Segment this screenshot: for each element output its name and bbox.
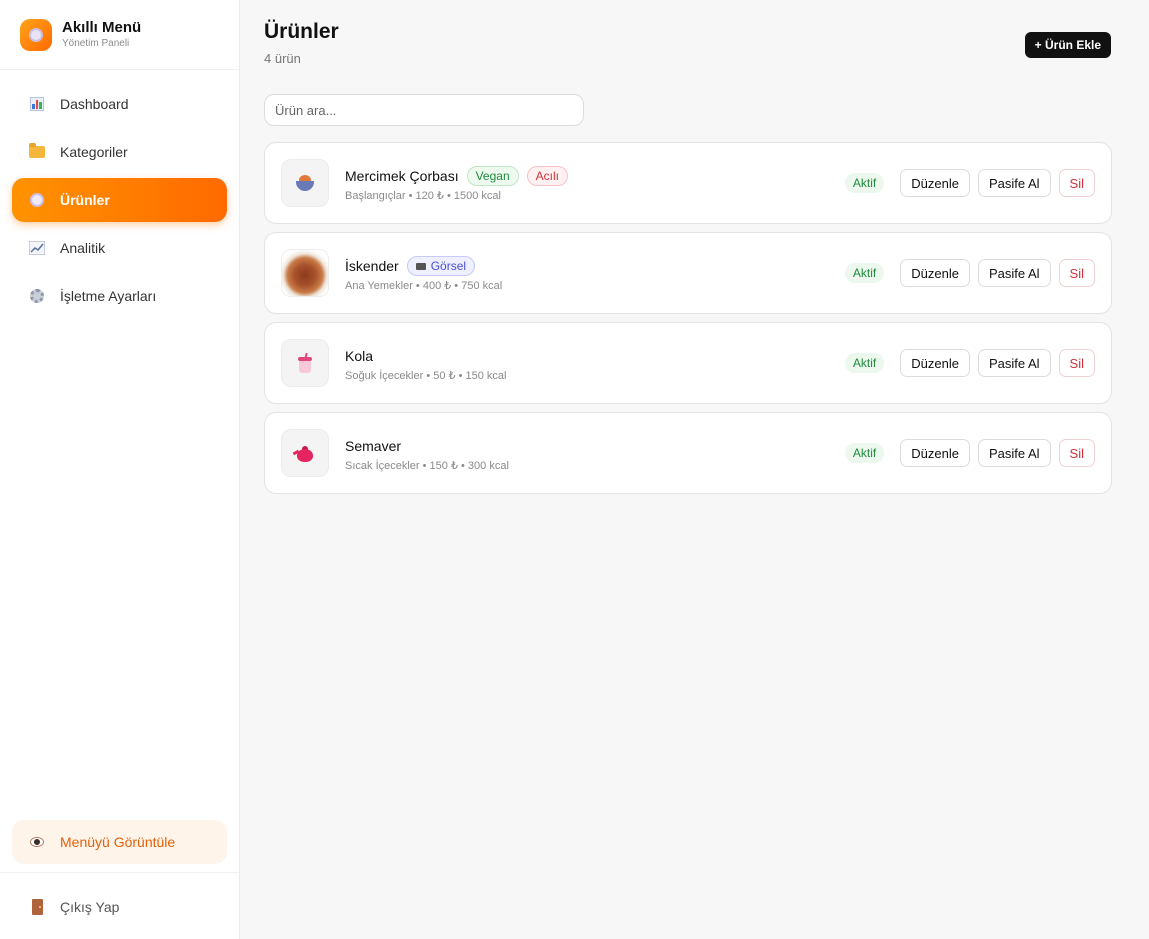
teapot-icon: [292, 443, 317, 463]
app-title: Akıllı Menü: [62, 18, 142, 36]
product-photo: [282, 250, 328, 296]
edit-button[interactable]: Düzenle: [900, 439, 970, 467]
status-badge: Aktif: [844, 263, 885, 283]
status-badge: Aktif: [844, 353, 885, 373]
sidebar-item-business-settings[interactable]: İşletme Ayarları: [12, 274, 227, 318]
product-name: Semaver: [345, 437, 402, 454]
view-menu-label: Menüyü Görüntüle: [60, 834, 176, 850]
edit-button[interactable]: Düzenle: [900, 169, 970, 197]
product-list: Mercimek Çorbası Vegan Acılı Başlangıçla…: [264, 142, 1112, 502]
product-name: Mercimek Çorbası: [345, 167, 459, 184]
door-icon: [28, 898, 46, 916]
folder-icon: [28, 143, 46, 161]
product-thumbnail: [281, 429, 329, 477]
product-meta: Sıcak İçecekler • 150 ₺ • 300 kcal: [345, 459, 509, 472]
cup-icon: [298, 352, 312, 373]
list-item: Kola Soğuk İçecekler • 50 ₺ • 150 kcal A…: [264, 322, 1112, 404]
page-title: Ürünler: [264, 20, 339, 43]
add-product-button[interactable]: + Ürün Ekle: [1024, 32, 1111, 58]
app-logo-icon: [20, 18, 52, 51]
deactivate-button[interactable]: Pasife Al: [977, 349, 1051, 377]
product-thumbnail: [281, 159, 329, 207]
camera-icon: [415, 262, 426, 270]
sidebar-item-analytics[interactable]: Analitik: [12, 226, 227, 270]
status-badge: Aktif: [844, 173, 885, 193]
sidebar-bottom: Menüyü Görüntüle Çıkış Yap: [0, 820, 239, 939]
eye-icon: [28, 833, 46, 851]
logout-button[interactable]: Çıkış Yap: [12, 883, 227, 931]
edit-button[interactable]: Düzenle: [900, 259, 970, 287]
product-thumbnail: [281, 339, 329, 387]
sidebar: Akıllı Menü Yönetim Paneli Dashboard Kat…: [0, 0, 240, 939]
list-item: İskender Görsel Ana Yemekler • 400 ₺ • 7…: [264, 232, 1112, 314]
product-meta: Soğuk İçecekler • 50 ₺ • 150 kcal: [345, 369, 507, 382]
soup-icon: [294, 172, 316, 194]
deactivate-button[interactable]: Pasife Al: [977, 259, 1051, 287]
logout-label: Çıkış Yap: [60, 899, 120, 915]
sidebar-item-categories[interactable]: Kategoriler: [12, 130, 227, 174]
app-subtitle: Yönetim Paneli: [62, 37, 130, 49]
view-menu-button[interactable]: Menüyü Görüntüle: [12, 820, 227, 864]
sidebar-nav: Dashboard Kategoriler Ürünler Analitik İ…: [0, 70, 239, 318]
status-badge: Aktif: [844, 443, 885, 463]
edit-button[interactable]: Düzenle: [900, 349, 970, 377]
sidebar-item-label: Dashboard: [60, 96, 129, 112]
sidebar-item-products[interactable]: Ürünler: [12, 178, 227, 222]
product-meta: Ana Yemekler • 400 ₺ • 750 kcal: [345, 279, 503, 292]
sidebar-item-label: İşletme Ayarları: [60, 288, 157, 304]
brand: Akıllı Menü Yönetim Paneli: [0, 0, 239, 70]
product-thumbnail: [281, 249, 329, 297]
gear-icon: [28, 287, 46, 305]
list-item: Mercimek Çorbası Vegan Acılı Başlangıçla…: [264, 142, 1112, 224]
sidebar-item-label: Ürünler: [60, 192, 110, 208]
bar-chart-icon: [28, 95, 46, 113]
search-input[interactable]: [264, 94, 584, 126]
tag-badge: Vegan: [466, 165, 519, 186]
deactivate-button[interactable]: Pasife Al: [977, 439, 1051, 467]
delete-button[interactable]: Sil: [1058, 439, 1095, 467]
list-item: Semaver Sıcak İçecekler • 150 ₺ • 300 kc…: [264, 412, 1112, 494]
delete-button[interactable]: Sil: [1058, 349, 1095, 377]
tag-label: Görsel: [430, 258, 467, 273]
tag-badge: Görsel: [406, 255, 476, 276]
logout-section: Çıkış Yap: [0, 872, 239, 939]
tag-badge: Acılı: [526, 165, 568, 186]
sidebar-item-label: Analitik: [60, 240, 106, 256]
product-name: Kola: [345, 347, 374, 364]
deactivate-button[interactable]: Pasife Al: [977, 169, 1051, 197]
delete-button[interactable]: Sil: [1058, 259, 1095, 287]
product-count: 4 ürün: [264, 51, 301, 66]
sidebar-item-label: Kategoriler: [60, 144, 128, 160]
delete-button[interactable]: Sil: [1058, 169, 1095, 197]
line-chart-icon: [28, 239, 46, 257]
product-name: İskender: [345, 257, 399, 274]
product-meta: Başlangıçlar • 120 ₺ • 1500 kcal: [345, 189, 501, 202]
sidebar-item-dashboard[interactable]: Dashboard: [12, 82, 227, 126]
plate-icon: [28, 191, 46, 209]
